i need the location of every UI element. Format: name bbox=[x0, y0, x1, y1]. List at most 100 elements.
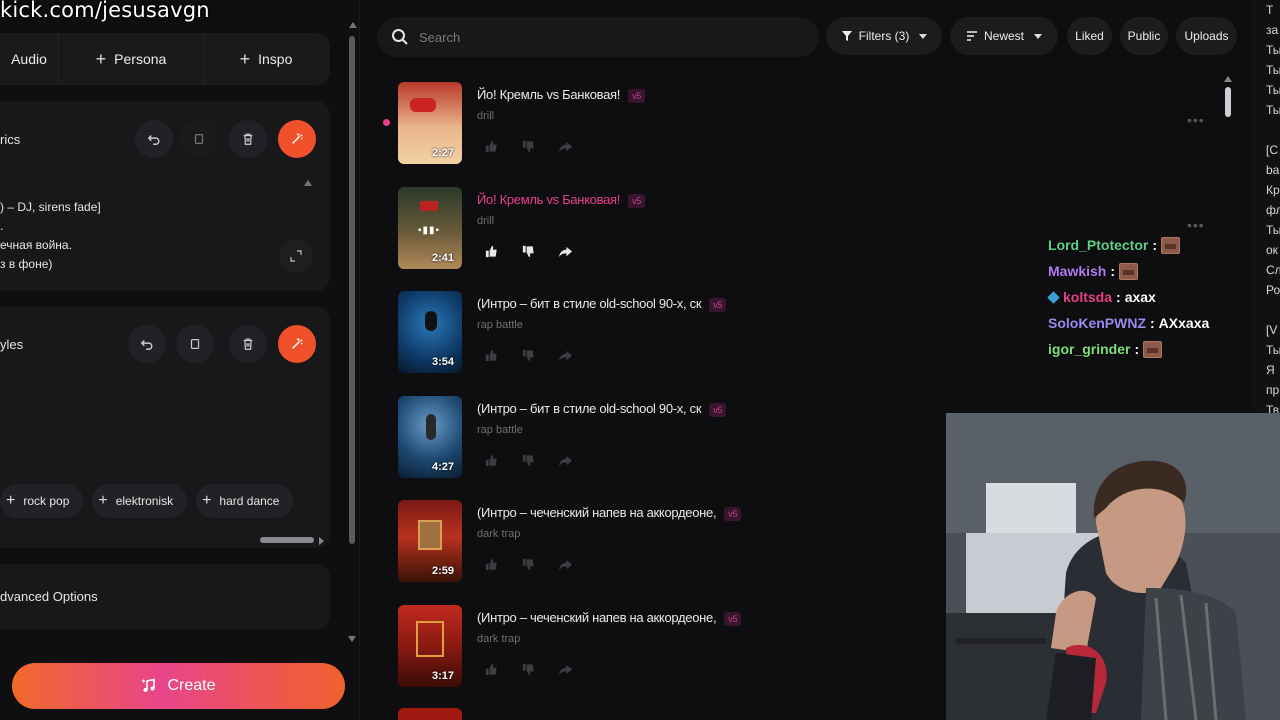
thumbs-down-icon[interactable] bbox=[521, 348, 536, 363]
list-scroll-up-icon[interactable] bbox=[1224, 76, 1232, 82]
song-title[interactable]: Йо! Кремль vs Банковая! v5 bbox=[477, 192, 646, 208]
audio-button[interactable]: Audio bbox=[0, 33, 58, 85]
song-actions bbox=[484, 453, 573, 468]
style-tag-label: rock pop bbox=[23, 494, 70, 508]
style-tag-label: elektronisk bbox=[115, 494, 174, 508]
advanced-options-card[interactable]: dvanced Options bbox=[0, 564, 330, 630]
filter-icon bbox=[841, 31, 852, 41]
more-options-icon[interactable]: ••• bbox=[1187, 112, 1205, 128]
liked-filter-button[interactable]: Liked bbox=[1067, 17, 1112, 55]
lyrics-text[interactable]: ) – DJ, sirens fade] . ечная война. з в … bbox=[0, 198, 101, 274]
copy-button[interactable] bbox=[176, 325, 214, 363]
tags-scrollbar[interactable] bbox=[260, 537, 314, 543]
share-icon[interactable] bbox=[558, 348, 573, 363]
thumbs-down-icon[interactable] bbox=[521, 453, 536, 468]
chat-sidebar-line: Кр bbox=[1266, 183, 1280, 197]
song-actions bbox=[484, 557, 573, 572]
share-icon[interactable] bbox=[558, 453, 573, 468]
chat-colon: : bbox=[1110, 263, 1116, 279]
chat-colon: : bbox=[1150, 315, 1155, 331]
public-filter-button[interactable]: Public bbox=[1120, 17, 1168, 55]
lyrics-title: rics bbox=[0, 132, 21, 147]
filters-button[interactable]: Filters (3) bbox=[826, 17, 942, 55]
song-duration: 3:17 bbox=[431, 670, 454, 682]
advanced-options-label: dvanced Options bbox=[0, 589, 98, 604]
song-duration: 2:59 bbox=[431, 565, 454, 577]
song-duration: 3:54 bbox=[431, 356, 454, 368]
thumbs-down-icon[interactable] bbox=[521, 244, 536, 259]
magic-wand-button[interactable] bbox=[278, 325, 316, 363]
sort-label: Newest bbox=[983, 29, 1024, 43]
song-thumbnail[interactable]: 3:54 bbox=[398, 291, 462, 373]
share-icon[interactable] bbox=[558, 139, 573, 154]
search-input[interactable] bbox=[419, 29, 779, 45]
thumbs-up-icon[interactable] bbox=[484, 557, 499, 572]
more-options-icon[interactable]: ••• bbox=[1187, 217, 1205, 233]
delete-button[interactable] bbox=[229, 120, 267, 158]
song-title[interactable]: (Интро – чеченский напев на аккордеоне, v… bbox=[477, 610, 742, 626]
share-icon[interactable] bbox=[558, 557, 573, 572]
thumbs-down-icon[interactable] bbox=[521, 139, 536, 154]
chat-sidebar-line: фл bbox=[1266, 203, 1280, 217]
uploads-filter-button[interactable]: Uploads bbox=[1176, 17, 1237, 55]
song-thumbnail[interactable]: 4:27 bbox=[398, 396, 462, 478]
chat-sidebar-line: за bbox=[1266, 23, 1279, 37]
panel-scroll-up-icon[interactable] bbox=[349, 22, 357, 28]
trash-icon bbox=[243, 338, 253, 350]
create-button[interactable]: Create bbox=[12, 663, 345, 709]
trash-icon bbox=[243, 133, 253, 145]
expand-button[interactable] bbox=[279, 239, 313, 273]
scroll-right-icon[interactable] bbox=[319, 537, 324, 545]
song-thumbnail[interactable]: 2:59 bbox=[398, 500, 462, 582]
thumbs-down-icon[interactable] bbox=[521, 662, 536, 677]
song-title[interactable]: Йо! Кремль vs Банковая! v5 bbox=[477, 87, 646, 103]
thumbs-up-icon[interactable] bbox=[484, 139, 499, 154]
chat-username: SoloKenPWNZ bbox=[1048, 315, 1146, 331]
song-title[interactable]: (Интро – бит в стиле old-school 90-х, ск… bbox=[477, 401, 727, 417]
search-bar[interactable] bbox=[377, 17, 819, 57]
thumbs-up-icon[interactable] bbox=[484, 348, 499, 363]
inspo-button[interactable]: + Inspo bbox=[203, 33, 328, 85]
persona-button[interactable]: + Persona bbox=[58, 33, 203, 85]
version-badge: v5 bbox=[724, 611, 742, 626]
chat-sidebar-line: Ты bbox=[1266, 83, 1280, 97]
undo-button[interactable] bbox=[128, 325, 166, 363]
song-row[interactable]: 2:27 Йо! Кремль vs Банковая! v5 drill ••• bbox=[398, 82, 1204, 164]
chat-username: koltsda bbox=[1063, 289, 1113, 305]
magic-wand-button[interactable] bbox=[278, 120, 316, 158]
song-thumbnail[interactable]: 3:17 bbox=[398, 605, 462, 687]
share-icon[interactable] bbox=[558, 662, 573, 677]
undo-button[interactable] bbox=[135, 120, 173, 158]
panel-scroll-down-icon[interactable] bbox=[348, 636, 356, 642]
lyrics-scroll-up-icon[interactable] bbox=[304, 180, 312, 186]
version-badge: v5 bbox=[709, 402, 727, 417]
panel-scrollbar[interactable] bbox=[349, 36, 355, 544]
persona-label: Persona bbox=[114, 51, 167, 67]
sort-dropdown[interactable]: Newest bbox=[950, 17, 1058, 55]
delete-button[interactable] bbox=[229, 325, 267, 363]
thumbs-up-icon[interactable] bbox=[484, 662, 499, 677]
thumbs-down-icon[interactable] bbox=[521, 557, 536, 572]
song-actions bbox=[484, 139, 573, 154]
song-thumbnail[interactable] bbox=[398, 708, 462, 720]
style-tag-list: + rock pop + elektronisk + hard dance bbox=[0, 484, 294, 518]
emote-icon bbox=[1143, 340, 1163, 358]
style-tag[interactable]: + rock pop bbox=[0, 484, 84, 518]
song-thumbnail[interactable]: 2:27 bbox=[398, 82, 462, 164]
song-title[interactable]: (Интро – чеченский напев на аккордеоне, v… bbox=[477, 505, 742, 521]
chat-message: igor_grinder: bbox=[1048, 336, 1258, 362]
chat-message: Lord_Ptotector: bbox=[1048, 232, 1258, 258]
song-thumbnail[interactable]: ▪▮▮▪ 2:41 bbox=[398, 187, 462, 269]
thumbnail-art bbox=[426, 414, 436, 440]
share-icon[interactable] bbox=[558, 244, 573, 259]
song-title[interactable]: (Интро – бит в стиле old-school 90-х, ск… bbox=[477, 296, 727, 312]
magic-wand-icon bbox=[292, 338, 303, 349]
style-tag[interactable]: + hard dance bbox=[196, 484, 294, 518]
chevron-down-icon bbox=[1034, 33, 1042, 39]
thumbs-up-icon[interactable] bbox=[484, 244, 499, 259]
style-tag[interactable]: + elektronisk bbox=[92, 484, 188, 518]
thumbs-up-icon[interactable] bbox=[484, 453, 499, 468]
song-duration: 2:27 bbox=[431, 147, 454, 159]
copy-button[interactable] bbox=[180, 120, 218, 158]
list-scrollbar[interactable] bbox=[1225, 87, 1231, 117]
